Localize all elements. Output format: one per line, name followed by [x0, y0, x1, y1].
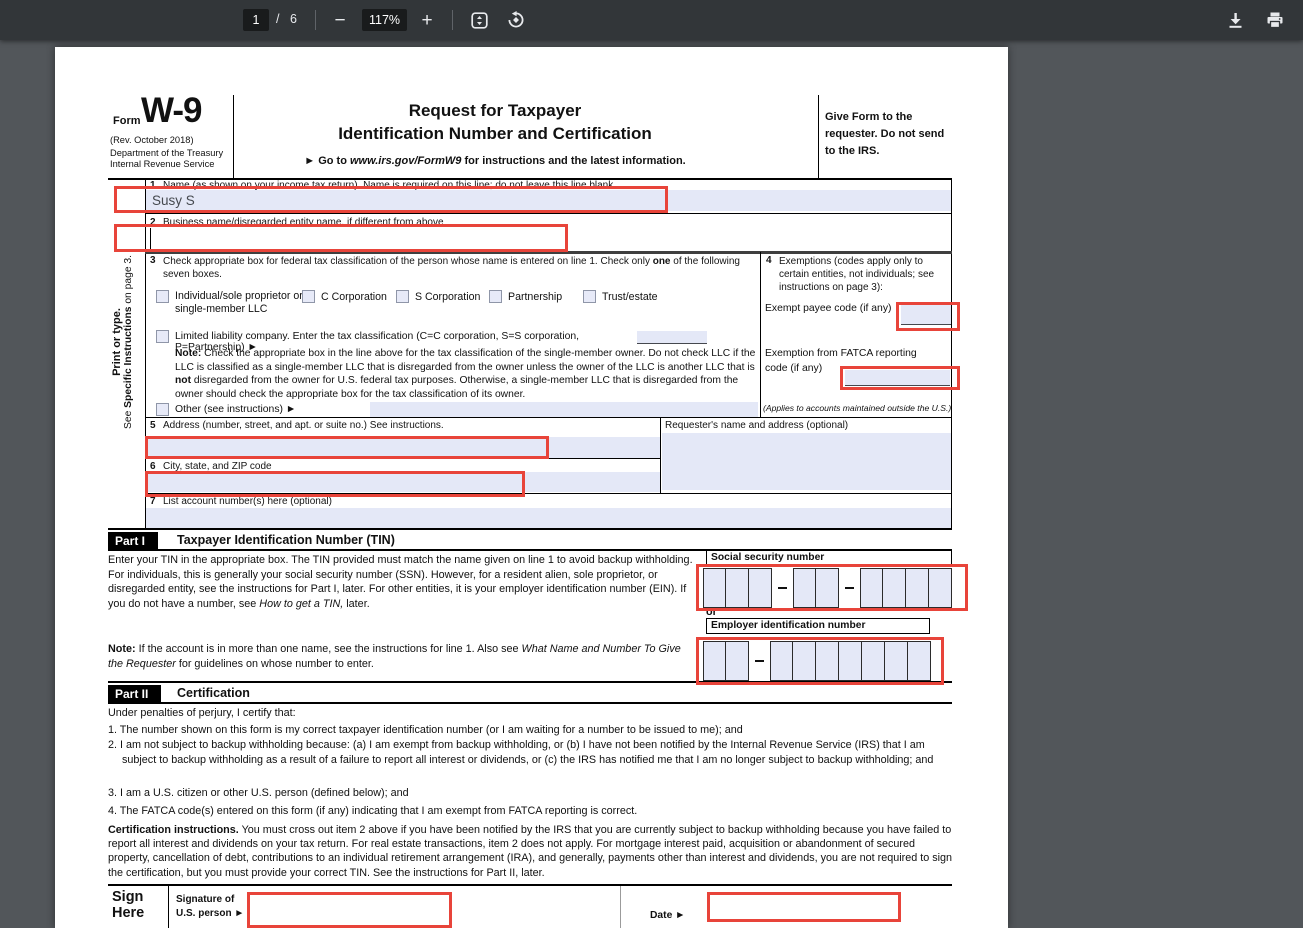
- form-number: W-9: [141, 91, 202, 130]
- certification-item: 3. I am a U.S. citizen or other U.S. per…: [108, 787, 409, 799]
- account-numbers-input[interactable]: [146, 508, 951, 528]
- form-word: Form: [113, 115, 141, 127]
- toolbar-divider: [315, 10, 316, 30]
- part1-paragraph: Enter your TIN in the appropriate box. T…: [108, 554, 693, 610]
- zoom-level[interactable]: 117%: [362, 9, 407, 31]
- requester-label: Requester's name and address (optional): [665, 420, 849, 431]
- field-highlight-address[interactable]: [145, 436, 549, 459]
- dept-line2: Internal Revenue Service: [110, 159, 215, 169]
- checkbox-partnership-label: Partnership: [508, 291, 563, 303]
- download-icon: [1229, 12, 1241, 28]
- ein-label-box: Employer identification number: [706, 618, 930, 634]
- signature-label-1: Signature of: [176, 894, 235, 905]
- checkbox-s-corporation-label: S Corporation: [415, 291, 481, 303]
- give-form-note: Give Form to the requester. Do not send …: [825, 111, 945, 157]
- irs-url-link[interactable]: www.irs.gov/FormW9: [350, 155, 461, 167]
- certification-intro: Under penalties of perjury, I certify th…: [108, 707, 296, 719]
- field-highlight-exempt-payee[interactable]: [896, 302, 960, 331]
- exempt-payee-label: Exempt payee code (if any): [765, 303, 892, 314]
- field-highlight-signature[interactable]: [247, 892, 452, 928]
- zoom-in-button[interactable]: +: [416, 8, 438, 32]
- rotate-ccw-button[interactable]: [503, 8, 529, 32]
- field-highlight-fatca[interactable]: [840, 366, 960, 390]
- form-revision: (Rev. October 2018): [110, 135, 194, 145]
- checkbox-c-corporation[interactable]: [302, 290, 315, 303]
- date-label: Date ►: [650, 910, 686, 921]
- sign-here-label: Sign Here: [112, 889, 145, 921]
- field-highlight-ein[interactable]: [696, 637, 944, 685]
- checkbox-llc[interactable]: [156, 330, 169, 343]
- certification-item: 2. I am not subject to backup withholdin…: [108, 739, 934, 766]
- classification-label: Check appropriate box for federal tax cl…: [163, 256, 740, 280]
- fatca-label-2: code (if any): [765, 363, 823, 374]
- signature-label-2: U.S. person ►: [176, 908, 245, 919]
- download-button[interactable]: [1222, 8, 1248, 32]
- dept-line1: Department of the Treasury: [110, 148, 224, 158]
- requester-input[interactable]: [662, 433, 951, 490]
- checkbox-trust-estate-label: Trust/estate: [602, 291, 658, 303]
- rotate-ccw-icon: [508, 11, 524, 28]
- page-separator: /: [276, 12, 280, 26]
- minus-icon: −: [334, 9, 346, 31]
- fit-page-icon: [470, 11, 488, 29]
- checkbox-c-corporation-label: C Corporation: [321, 291, 387, 303]
- checkbox-other[interactable]: [156, 403, 169, 416]
- w9-form-page: Form W-9 (Rev. October 2018) Department …: [55, 47, 1008, 928]
- checkbox-trust-estate[interactable]: [583, 290, 596, 303]
- checkbox-individual[interactable]: [156, 290, 169, 303]
- part1-title: Taxpayer Identification Number (TIN): [177, 533, 395, 547]
- part2-title: Certification: [177, 686, 250, 700]
- fatca-label-1: Exemption from FATCA reporting: [765, 348, 917, 359]
- field-highlight-ssn[interactable]: [696, 564, 968, 611]
- field-highlight-business-name[interactable]: [114, 224, 568, 252]
- llc-classification-input[interactable]: [637, 331, 707, 344]
- part1-note: Note: If the account is in more than one…: [108, 643, 681, 670]
- plus-icon: +: [421, 9, 433, 31]
- certification-item: 1. The number shown on this form is my c…: [108, 724, 743, 736]
- checkbox-partnership[interactable]: [489, 290, 502, 303]
- form-goto-line: ► Go to www.irs.gov/FormW9 for instructi…: [304, 155, 686, 167]
- account-numbers-label: List account number(s) here (optional): [163, 496, 332, 507]
- page-count: 6: [290, 12, 297, 26]
- page-number-input[interactable]: [243, 9, 269, 31]
- address-label: Address (number, street, and apt. or sui…: [163, 420, 444, 431]
- field-highlight-name[interactable]: [114, 186, 668, 213]
- certification-instructions: Certification instructions. You must cro…: [108, 824, 953, 879]
- toolbar-divider: [452, 10, 453, 30]
- pdf-toolbar: / 6 − 117% +: [0, 0, 1303, 40]
- print-icon: [1267, 12, 1283, 29]
- field-highlight-date[interactable]: [707, 892, 901, 922]
- checkbox-s-corporation[interactable]: [396, 290, 409, 303]
- llc-note: Note: Check the appropriate box in the l…: [175, 348, 756, 400]
- fit-page-button[interactable]: [466, 8, 492, 32]
- certification-item: 4. The FATCA code(s) entered on this for…: [108, 805, 638, 817]
- field-highlight-city[interactable]: [145, 471, 525, 497]
- ein-label: Employer identification number: [711, 620, 866, 631]
- other-input[interactable]: [370, 402, 758, 417]
- other-label: Other (see instructions) ►: [175, 404, 297, 415]
- print-button[interactable]: [1262, 8, 1288, 32]
- form-title: Request for Taxpayer Identification Numb…: [338, 101, 652, 143]
- exemptions-label: Exemptions (codes apply only to certain …: [779, 256, 935, 293]
- zoom-out-button[interactable]: −: [330, 9, 350, 31]
- ssn-label: Social security number: [711, 552, 825, 563]
- applies-note: (Applies to accounts maintained outside …: [763, 403, 952, 413]
